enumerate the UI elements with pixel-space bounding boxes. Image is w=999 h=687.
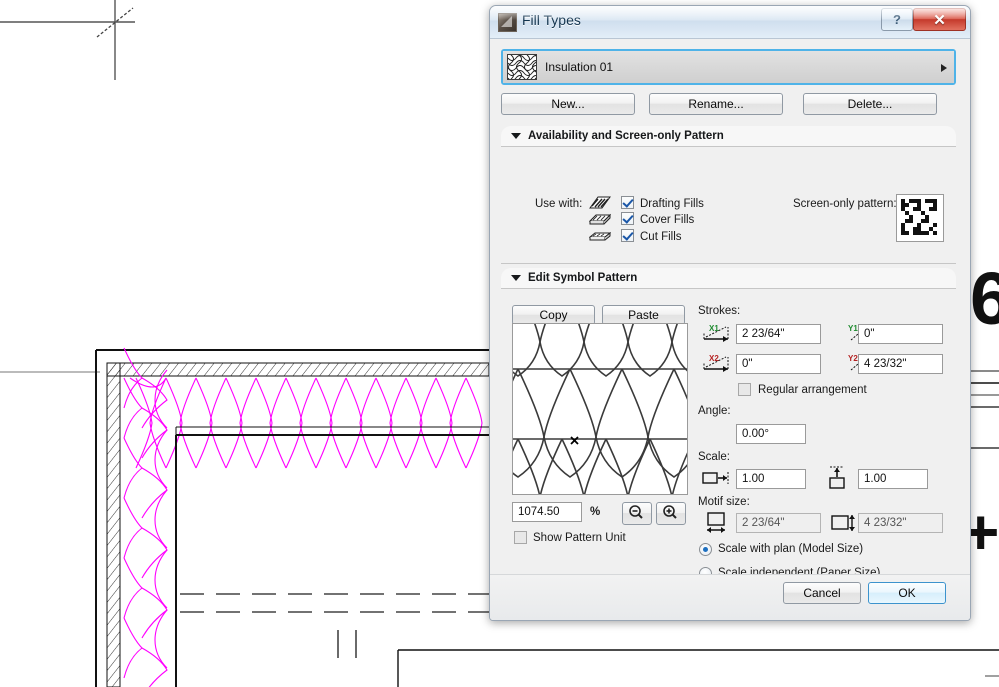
motif-width-input: 2 23/64"	[736, 513, 821, 533]
svg-text:Y1: Y1	[848, 324, 858, 333]
collapse-triangle-icon-2[interactable]	[511, 275, 521, 281]
dialog-body: Insulation 01 New... Rename... Delete...…	[490, 39, 970, 620]
cad-insulation-fill	[123, 347, 483, 687]
availability-group-header[interactable]: Availability and Screen-only Pattern	[501, 126, 956, 146]
drafting-fills-checkbox[interactable]	[621, 196, 634, 209]
symbol-pattern-preview[interactable]	[512, 323, 688, 495]
edit-symbol-group-header[interactable]: Edit Symbol Pattern	[501, 268, 956, 288]
percent-label: %	[590, 506, 601, 518]
cancel-button[interactable]: Cancel	[783, 582, 861, 604]
strokes-label: Strokes:	[698, 305, 741, 317]
svg-text:X1: X1	[709, 324, 719, 333]
cover-fills-icon	[589, 213, 611, 225]
new-button[interactable]: New...	[501, 93, 635, 115]
svg-text:Y2: Y2	[848, 354, 858, 363]
x1-stroke-icon: X1	[703, 324, 729, 342]
scale-with-plan-label: Scale with plan (Model Size)	[718, 543, 864, 555]
scale-label: Scale:	[698, 451, 730, 463]
zoom-in-icon[interactable]	[656, 502, 686, 525]
dialog-titlebar[interactable]: Fill Types ? ✕	[490, 6, 970, 39]
pattern-origin-marker	[570, 436, 579, 445]
angle-label: Angle:	[698, 405, 731, 417]
canvas-mark-6: 6	[970, 257, 999, 340]
show-pattern-unit-checkbox[interactable]	[514, 531, 527, 544]
fill-types-dialog: Fill Types ? ✕ Insulation 01 New... Rena…	[489, 5, 971, 621]
cut-fills-icon	[589, 231, 611, 241]
edit-symbol-header-label: Edit Symbol Pattern	[528, 272, 638, 284]
cut-fills-label: Cut Fills	[640, 231, 682, 243]
help-button[interactable]: ?	[881, 8, 913, 31]
insulation-hatch-swatch	[507, 54, 541, 81]
motif-height-icon	[831, 515, 855, 531]
y1-input[interactable]: 0"	[858, 324, 943, 344]
availability-header-label: Availability and Screen-only Pattern	[528, 130, 724, 142]
ok-button[interactable]: OK	[868, 582, 946, 604]
motif-size-label: Motif size:	[698, 496, 750, 508]
show-pattern-unit-label: Show Pattern Unit	[533, 532, 626, 544]
cad-guides	[0, 0, 135, 373]
scale-vertical-input[interactable]: 1.00	[858, 469, 928, 489]
drafting-fills-label: Drafting Fills	[640, 198, 704, 210]
collapse-triangle-icon[interactable]	[511, 133, 521, 139]
delete-button[interactable]: Delete...	[803, 93, 937, 115]
cut-fills-checkbox[interactable]	[621, 229, 634, 242]
y2-input[interactable]: 4 23/32"	[858, 354, 943, 374]
vertical-scale-icon	[829, 466, 845, 489]
regular-arrangement-label: Regular arrangement	[758, 384, 867, 396]
motif-height-input: 4 23/32"	[858, 513, 943, 533]
cover-fills-checkbox[interactable]	[621, 212, 634, 225]
zoom-out-icon[interactable]	[622, 502, 652, 525]
screen-only-pattern-label: Screen-only pattern:	[793, 198, 897, 210]
x2-input[interactable]: 0"	[736, 354, 821, 374]
scale-horizontal-input[interactable]: 1.00	[736, 469, 806, 489]
dotted-pattern-swatch[interactable]	[896, 194, 944, 242]
archicad-icon	[498, 13, 517, 32]
cad-wall-hatch	[106, 362, 490, 687]
paste-button[interactable]: Paste	[602, 305, 685, 325]
motif-width-icon	[707, 512, 725, 533]
zoom-percent-input[interactable]: 1074.50	[512, 502, 582, 522]
chevron-right-icon[interactable]	[941, 64, 947, 72]
x1-input[interactable]: 2 23/64"	[736, 324, 821, 344]
x2-stroke-icon: X2	[703, 354, 729, 372]
rename-button[interactable]: Rename...	[649, 93, 783, 115]
use-with-label: Use with:	[535, 198, 583, 210]
selected-fill-name: Insulation 01	[545, 60, 614, 74]
angle-input[interactable]: 0.00°	[736, 424, 806, 444]
scale-with-plan-radio[interactable]	[699, 543, 712, 556]
regular-arrangement-checkbox[interactable]	[738, 383, 751, 396]
dialog-footer: Cancel OK	[490, 574, 970, 620]
fill-type-selector[interactable]: Insulation 01	[501, 49, 956, 85]
cover-fills-label: Cover Fills	[640, 214, 695, 226]
horizontal-scale-icon	[702, 472, 729, 484]
copy-button[interactable]: Copy	[512, 305, 595, 325]
dialog-title: Fill Types	[522, 12, 581, 28]
svg-text:X2: X2	[709, 354, 719, 363]
drafting-fills-icon	[589, 196, 611, 209]
close-icon[interactable]: ✕	[913, 8, 966, 31]
